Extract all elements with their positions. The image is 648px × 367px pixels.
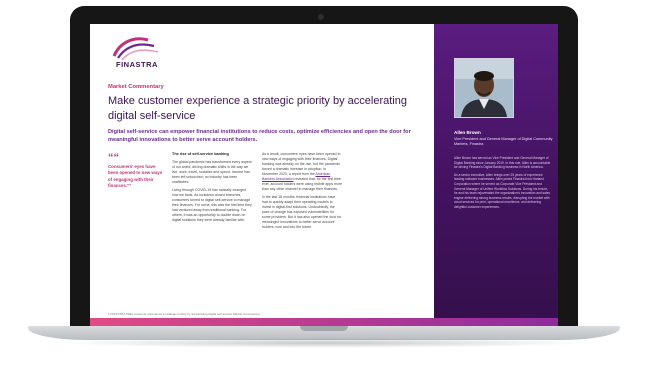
paragraph: Living through COVID-19 has radically ch… (172, 188, 252, 222)
author-panel: Allen Brown Vice President and General M… (434, 24, 558, 326)
bio-paragraph: Allen Brown has served as Vice President… (454, 156, 551, 170)
laptop-lid: FINASTRA Market Commentary Make customer… (70, 6, 578, 326)
paragraph: As a result, consumers' eyes have been o… (262, 152, 342, 192)
article-kicker: Market Commentary (108, 84, 164, 90)
paragraph: In the last 18 months, financial institu… (262, 195, 342, 229)
laptop-notch (300, 326, 348, 331)
finastra-logo: FINASTRA (108, 34, 168, 74)
author-name: Allen Brown (454, 130, 481, 135)
page-footer: 1 FINASTRA Make customer experience a st… (108, 312, 261, 316)
section-heading: The rise of self-service banking (172, 152, 229, 156)
author-role: Vice President and General Manager of Di… (454, 137, 553, 146)
paragraph: The global pandemic has transformed ever… (172, 160, 252, 184)
laptop-screen: FINASTRA Market Commentary Make customer… (90, 24, 558, 326)
accent-bar (90, 318, 558, 326)
author-bio: Allen Brown has served as Vice President… (454, 156, 552, 213)
logo-wordmark: FINASTRA (116, 60, 158, 69)
author-photo (454, 58, 514, 118)
laptop-shadow (60, 338, 588, 348)
article-standfirst: Digital self-service can empower financi… (108, 129, 411, 143)
body-column-1: The rise of self-service banking The glo… (172, 152, 252, 226)
quote-mark-icon: ““ (108, 152, 119, 164)
article-headline: Make customer experience a strategic pri… (108, 95, 407, 122)
body-column-2: As a result, consumers' eyes have been o… (262, 152, 342, 233)
bio-paragraph: As a senior executive, Allen brings over… (454, 172, 550, 209)
pull-quote: Consumers' eyes have been opened to new … (108, 164, 163, 189)
document-page: FINASTRA Market Commentary Make customer… (90, 24, 434, 326)
camera-icon (318, 14, 324, 20)
